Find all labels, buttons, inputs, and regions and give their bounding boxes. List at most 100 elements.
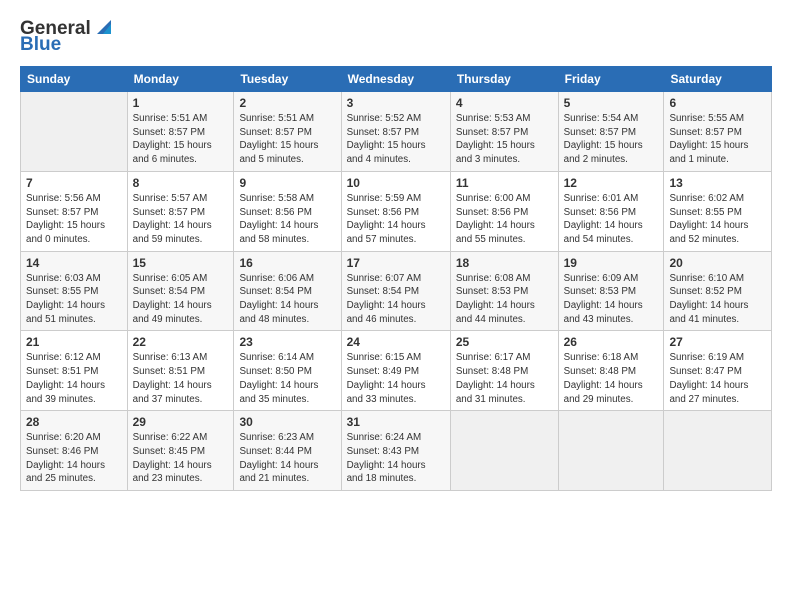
day-info: Sunrise: 5:55 AM Sunset: 8:57 PM Dayligh… (669, 112, 766, 167)
day-number: 27 (669, 335, 766, 349)
day-number: 14 (26, 256, 122, 270)
day-cell: 4 Sunrise: 5:53 AM Sunset: 8:57 PM Daylig… (450, 92, 558, 172)
day-info: Sunrise: 6:24 AM Sunset: 8:43 PM Dayligh… (347, 431, 445, 486)
day-number: 5 (564, 96, 659, 110)
day-cell: 19Sunrise: 6:09 AM Sunset: 8:53 PM Dayli… (558, 251, 664, 331)
day-number: 24 (347, 335, 445, 349)
day-info: Sunrise: 5:57 AM Sunset: 8:57 PM Dayligh… (133, 192, 229, 247)
day-cell: 18 Sunrise: 6:08 AM Sunset: 8:53 PM Dayli… (450, 251, 558, 331)
logo-triangle-icon (93, 16, 115, 38)
day-cell: 28 Sunrise: 6:20 AM Sunset: 8:46 PM Dayli… (21, 411, 128, 491)
day-cell: 29 Sunrise: 6:22 AM Sunset: 8:45 PM Dayli… (127, 411, 234, 491)
day-cell: 26Sunrise: 6:18 AM Sunset: 8:48 PM Dayli… (558, 331, 664, 411)
column-header-tuesday: Tuesday (234, 67, 341, 92)
column-header-wednesday: Wednesday (341, 67, 450, 92)
day-info: Sunrise: 6:15 AM Sunset: 8:49 PM Dayligh… (347, 351, 445, 406)
day-cell: 30 Sunrise: 6:23 AM Sunset: 8:44 PM Dayli… (234, 411, 341, 491)
day-info: Sunrise: 5:53 AM Sunset: 8:57 PM Dayligh… (456, 112, 553, 167)
day-cell: 11 Sunrise: 6:00 AM Sunset: 8:56 PM Dayli… (450, 171, 558, 251)
day-info: Sunrise: 6:22 AM Sunset: 8:45 PM Dayligh… (133, 431, 229, 486)
day-cell (558, 411, 664, 491)
day-cell: 1Sunrise: 5:51 AM Sunset: 8:57 PM Daylig… (127, 92, 234, 172)
day-number: 20 (669, 256, 766, 270)
day-number: 28 (26, 415, 122, 429)
page: General Blue SundayMondayTuesdayWednesda… (0, 0, 792, 612)
day-cell: 14 Sunrise: 6:03 AM Sunset: 8:55 PM Dayli… (21, 251, 128, 331)
day-number: 8 (133, 176, 229, 190)
day-cell: 21 Sunrise: 6:12 AM Sunset: 8:51 PM Dayli… (21, 331, 128, 411)
day-info: Sunrise: 6:14 AM Sunset: 8:50 PM Dayligh… (239, 351, 335, 406)
day-cell: 12 Sunrise: 6:01 AM Sunset: 8:56 PM Dayli… (558, 171, 664, 251)
day-cell: 5 Sunrise: 5:54 AM Sunset: 8:57 PM Daylig… (558, 92, 664, 172)
week-row-4: 21 Sunrise: 6:12 AM Sunset: 8:51 PM Dayli… (21, 331, 772, 411)
day-info: Sunrise: 6:13 AM Sunset: 8:51 PM Dayligh… (133, 351, 229, 406)
day-info: Sunrise: 6:02 AM Sunset: 8:55 PM Dayligh… (669, 192, 766, 247)
day-number: 6 (669, 96, 766, 110)
column-header-saturday: Saturday (664, 67, 772, 92)
day-number: 31 (347, 415, 445, 429)
day-cell: 3Sunrise: 5:52 AM Sunset: 8:57 PM Daylig… (341, 92, 450, 172)
day-number: 2 (239, 96, 335, 110)
day-info: Sunrise: 5:59 AM Sunset: 8:56 PM Dayligh… (347, 192, 445, 247)
logo-blue: Blue (20, 34, 61, 55)
day-info: Sunrise: 6:05 AM Sunset: 8:54 PM Dayligh… (133, 272, 229, 327)
day-number: 18 (456, 256, 553, 270)
day-number: 17 (347, 256, 445, 270)
day-number: 1 (133, 96, 229, 110)
day-info: Sunrise: 6:00 AM Sunset: 8:56 PM Dayligh… (456, 192, 553, 247)
day-number: 15 (133, 256, 229, 270)
day-number: 11 (456, 176, 553, 190)
column-header-monday: Monday (127, 67, 234, 92)
day-cell (21, 92, 128, 172)
day-number: 16 (239, 256, 335, 270)
day-number: 22 (133, 335, 229, 349)
day-cell: 31 Sunrise: 6:24 AM Sunset: 8:43 PM Dayli… (341, 411, 450, 491)
day-number: 10 (347, 176, 445, 190)
day-cell: 7 Sunrise: 5:56 AM Sunset: 8:57 PM Daylig… (21, 171, 128, 251)
day-number: 4 (456, 96, 553, 110)
day-cell: 13Sunrise: 6:02 AM Sunset: 8:55 PM Dayli… (664, 171, 772, 251)
day-cell: 8 Sunrise: 5:57 AM Sunset: 8:57 PM Daylig… (127, 171, 234, 251)
day-info: Sunrise: 5:52 AM Sunset: 8:57 PM Dayligh… (347, 112, 445, 167)
day-info: Sunrise: 5:51 AM Sunset: 8:57 PM Dayligh… (239, 112, 335, 167)
day-number: 12 (564, 176, 659, 190)
week-row-1: 1 Sunrise: 5:51 AM Sunset: 8:57 PM Daylig… (21, 92, 772, 172)
day-number: 29 (133, 415, 229, 429)
day-cell: 9Sunrise: 5:58 AM Sunset: 8:56 PM Daylig… (234, 171, 341, 251)
day-number: 25 (456, 335, 553, 349)
day-cell (664, 411, 772, 491)
day-number: 23 (239, 335, 335, 349)
column-header-sunday: Sunday (21, 67, 128, 92)
day-info: Sunrise: 6:12 AM Sunset: 8:51 PM Dayligh… (26, 351, 122, 406)
day-cell: 10 Sunrise: 5:59 AM Sunset: 8:56 PM Dayli… (341, 171, 450, 251)
day-info: Sunrise: 6:06 AM Sunset: 8:54 PM Dayligh… (239, 272, 335, 327)
week-row-3: 14 Sunrise: 6:03 AM Sunset: 8:55 PM Dayli… (21, 251, 772, 331)
day-info: Sunrise: 6:17 AM Sunset: 8:48 PM Dayligh… (456, 351, 553, 406)
day-info: Sunrise: 6:01 AM Sunset: 8:56 PM Dayligh… (564, 192, 659, 247)
day-info: Sunrise: 5:56 AM Sunset: 8:57 PM Dayligh… (26, 192, 122, 247)
day-info: Sunrise: 6:03 AM Sunset: 8:55 PM Dayligh… (26, 272, 122, 327)
column-header-friday: Friday (558, 67, 664, 92)
day-cell: 22 Sunrise: 6:13 AM Sunset: 8:51 PM Dayli… (127, 331, 234, 411)
day-cell: 16 Sunrise: 6:06 AM Sunset: 8:54 PM Dayli… (234, 251, 341, 331)
calendar-header-row: SundayMondayTuesdayWednesdayThursdayFrid… (21, 67, 772, 92)
header: General Blue (20, 18, 772, 56)
day-info: Sunrise: 6:20 AM Sunset: 8:46 PM Dayligh… (26, 431, 122, 486)
day-number: 19 (564, 256, 659, 270)
day-info: Sunrise: 6:07 AM Sunset: 8:54 PM Dayligh… (347, 272, 445, 327)
day-number: 26 (564, 335, 659, 349)
day-info: Sunrise: 5:54 AM Sunset: 8:57 PM Dayligh… (564, 112, 659, 167)
day-info: Sunrise: 6:08 AM Sunset: 8:53 PM Dayligh… (456, 272, 553, 327)
day-number: 7 (26, 176, 122, 190)
week-row-5: 28 Sunrise: 6:20 AM Sunset: 8:46 PM Dayli… (21, 411, 772, 491)
day-number: 21 (26, 335, 122, 349)
day-cell: 25 Sunrise: 6:17 AM Sunset: 8:48 PM Dayli… (450, 331, 558, 411)
day-number: 30 (239, 415, 335, 429)
day-cell: 20 Sunrise: 6:10 AM Sunset: 8:52 PM Dayli… (664, 251, 772, 331)
day-cell: 23 Sunrise: 6:14 AM Sunset: 8:50 PM Dayli… (234, 331, 341, 411)
day-cell: 2 Sunrise: 5:51 AM Sunset: 8:57 PM Daylig… (234, 92, 341, 172)
day-info: Sunrise: 6:23 AM Sunset: 8:44 PM Dayligh… (239, 431, 335, 486)
day-info: Sunrise: 6:10 AM Sunset: 8:52 PM Dayligh… (669, 272, 766, 327)
logo: General Blue (20, 18, 115, 56)
day-cell: 15 Sunrise: 6:05 AM Sunset: 8:54 PM Dayli… (127, 251, 234, 331)
